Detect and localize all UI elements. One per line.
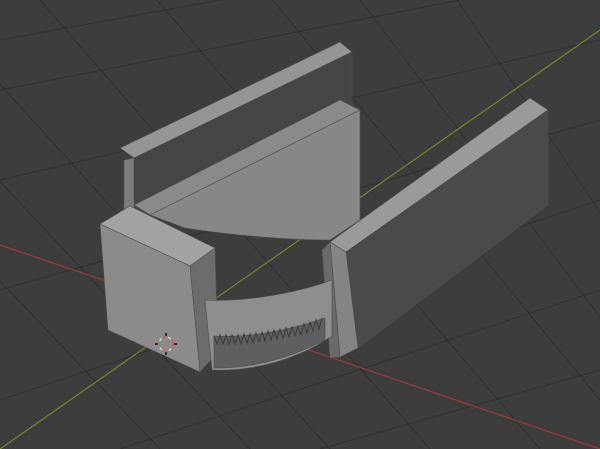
3d-viewport[interactable] xyxy=(0,0,600,449)
mesh-object[interactable] xyxy=(99,41,549,373)
viewport-canvas[interactable] xyxy=(0,0,600,449)
